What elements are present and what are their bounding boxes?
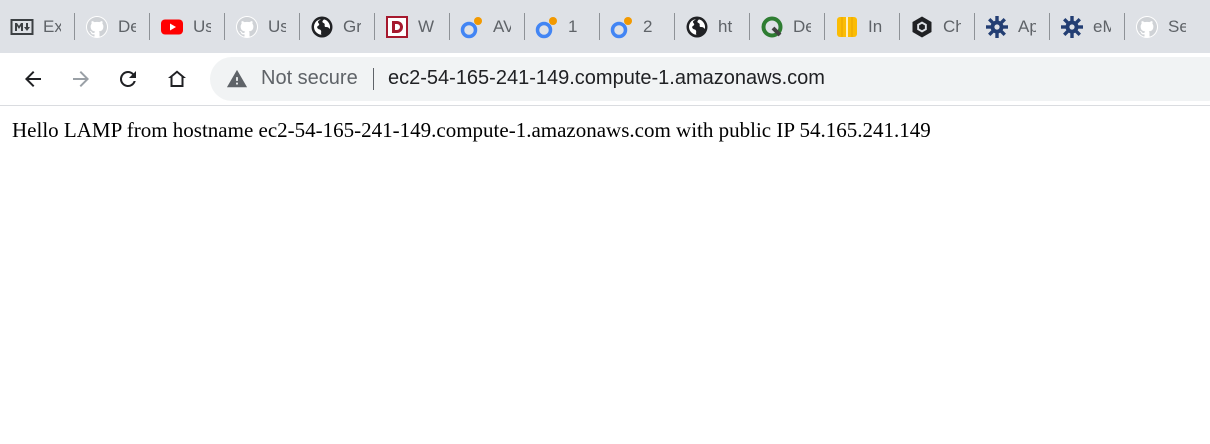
browser-tab[interactable]: Us [225,0,300,53]
browser-tab[interactable]: 1 [525,0,600,53]
tab-title: Se [1168,16,1186,36]
browser-tab[interactable]: De [75,0,150,53]
browser-toolbar: Not secure ec2-54-165-241-149.compute-1.… [0,53,1210,106]
arrow-right-icon [73,71,89,87]
browser-tab[interactable]: 2 [600,0,675,53]
tab-title: Ap [1018,16,1036,36]
browser-tab[interactable]: Ch [900,0,975,53]
notebook-icon [535,15,559,39]
browser-tab[interactable]: W [375,0,450,53]
browser-tab[interactable]: Gr [300,0,375,53]
youtube-icon [160,15,184,39]
tab-title: De [793,16,811,36]
browser-tab[interactable]: ht [675,0,750,53]
box-icon [835,15,859,39]
notebook-icon [460,15,484,39]
home-button[interactable] [159,61,195,97]
home-icon [168,70,186,87]
browser-tab[interactable]: Us [150,0,225,53]
gear-icon [1060,15,1084,39]
markdown-icon [10,15,34,39]
quire-icon [760,15,784,39]
reload-button[interactable] [110,61,146,97]
tab-title: W [418,16,435,36]
browser-tab[interactable]: In [825,0,900,53]
github-icon [1135,15,1159,39]
notebook-icon [610,15,634,39]
globe-icon [685,15,709,39]
reload-icon [119,70,136,87]
tab-title: Gr [343,16,361,36]
tab-title: In [868,16,883,36]
tab-title: ht [718,16,733,36]
page-body-text: Hello LAMP from hostname ec2-54-165-241-… [12,118,931,142]
tab-title: AV [493,16,511,36]
tab-title: Us [268,16,286,36]
github-icon [235,15,259,39]
tab-strip: Ex De Us Us Gr W AV 1 2 ht De In Ch Ap eM Se [0,0,1210,53]
browser-tab[interactable]: AV [450,0,525,53]
d-logo-icon [385,15,409,39]
tab-title: 2 [643,16,653,36]
arrow-left-icon [25,71,41,87]
hexagon-icon [910,15,934,39]
globe-icon [310,15,334,39]
security-status-label[interactable]: Not secure [261,67,358,90]
tab-title: De [118,16,136,36]
browser-tab[interactable]: Se [1125,0,1200,53]
tab-title: eM [1093,16,1111,36]
url-text[interactable]: ec2-54-165-241-149.compute-1.amazonaws.c… [388,67,825,90]
forward-button[interactable] [63,61,99,97]
tab-title: Ex [43,16,61,36]
warning-icon[interactable] [226,68,248,90]
back-button[interactable] [15,61,51,97]
gear-icon [985,15,1009,39]
browser-tab[interactable]: Ex [0,0,75,53]
tab-title: Us [193,16,211,36]
browser-tab[interactable]: De [750,0,825,53]
tab-title: Ch [943,16,961,36]
browser-tab[interactable]: Ap [975,0,1050,53]
tab-title: 1 [568,16,578,36]
address-separator [373,68,374,90]
github-icon [85,15,109,39]
browser-tab[interactable]: eM [1050,0,1125,53]
address-bar[interactable]: Not secure ec2-54-165-241-149.compute-1.… [210,57,1210,101]
